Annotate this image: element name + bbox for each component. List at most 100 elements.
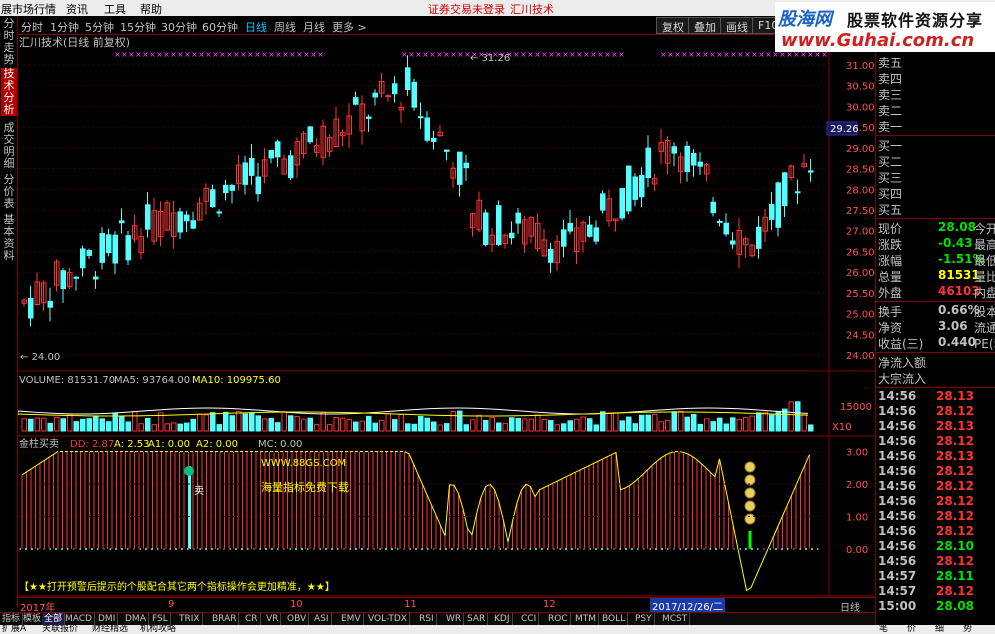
draw-line-button[interactable]: 画线 bbox=[720, 17, 754, 34]
indicator-mc: MC: 0.00 bbox=[258, 439, 302, 450]
tab-fenshi[interactable]: 分时走势 bbox=[1, 18, 17, 66]
volume-bar bbox=[307, 417, 313, 432]
volume-bar bbox=[268, 417, 274, 432]
stat2-row-2-label: 收益(三) bbox=[878, 337, 924, 351]
tab-tech-analysis[interactable]: 技术分析 bbox=[1, 68, 17, 116]
volume-bar bbox=[470, 419, 476, 432]
menu-tools[interactable]: 工具 bbox=[104, 1, 126, 17]
volume-bar bbox=[379, 419, 385, 432]
chart-title: 汇川技术(日线 前复权) bbox=[19, 35, 130, 49]
warning-marker: × bbox=[121, 50, 128, 59]
volume-bar bbox=[691, 413, 697, 432]
baseline-dot bbox=[625, 548, 627, 550]
candle-body bbox=[249, 158, 255, 176]
bid-row-1-label: 买二 bbox=[878, 155, 903, 169]
period-weekly[interactable]: 周线 bbox=[274, 19, 296, 35]
period-more[interactable]: 更多 > bbox=[332, 19, 367, 35]
baseline-dot bbox=[391, 548, 393, 550]
baseline-dot bbox=[61, 548, 63, 550]
volume-bar bbox=[710, 421, 716, 432]
volume-bar bbox=[353, 421, 359, 432]
menu-news[interactable]: 资讯 bbox=[66, 1, 88, 17]
indicator-url-text: WWW.88GS.COM bbox=[261, 458, 346, 469]
tick-price: 28.12 bbox=[936, 554, 974, 568]
tick-row: 14:56 28.12 bbox=[876, 554, 995, 569]
sell-signal-bar bbox=[188, 466, 191, 549]
candle-body bbox=[47, 300, 53, 308]
warning-marker: × bbox=[401, 50, 408, 59]
footer-finance[interactable]: 财经精选 bbox=[92, 625, 128, 634]
warning-marker: × bbox=[737, 50, 744, 59]
baseline-dot bbox=[745, 548, 747, 550]
baseline-dot bbox=[481, 548, 483, 550]
candle-body bbox=[353, 97, 359, 105]
volume-unit: X10 bbox=[832, 422, 852, 433]
volume-bar bbox=[684, 416, 690, 432]
footer-expand[interactable]: 扩展A bbox=[2, 625, 26, 634]
period-fenshi[interactable]: 分时 bbox=[21, 19, 43, 35]
volume-bar bbox=[41, 417, 47, 432]
bid-row-0: 买一 bbox=[876, 137, 995, 153]
quote-separator bbox=[876, 135, 995, 136]
candle-body bbox=[184, 214, 190, 222]
volume-bar bbox=[151, 424, 157, 432]
trade-login-notice[interactable]: 证券交易未登录 bbox=[428, 1, 505, 17]
tab-price-table[interactable]: 分价表 bbox=[1, 174, 17, 210]
volume-bar bbox=[34, 417, 40, 432]
volume-bar bbox=[60, 418, 66, 432]
kline-chart-svg[interactable]: 汇川技术(日线 前复权) × × × × × × × × × × × × × × × × × × × × × × × × × × ×… bbox=[17, 35, 875, 597]
volume-bar bbox=[632, 423, 638, 432]
overlay-button[interactable]: 叠加 bbox=[688, 17, 722, 34]
period-60min[interactable]: 60分钟 bbox=[202, 19, 238, 35]
menu-market[interactable]: 展市场行情 bbox=[1, 1, 56, 17]
footer-related-quote[interactable]: 关联报价 bbox=[42, 625, 78, 634]
price-axis-label: 24.50 bbox=[846, 330, 875, 341]
tick-row: 14:56 28.12 bbox=[876, 494, 995, 509]
price-axis-label: 25.00 bbox=[846, 310, 875, 321]
stat-row-0-label2: 今开 bbox=[974, 222, 995, 236]
ask-row-3-label: 卖二 bbox=[878, 104, 903, 118]
status-bar: 笔 价 细 势 bbox=[875, 625, 995, 634]
volume-bar bbox=[769, 414, 775, 432]
chart-area[interactable]: 汇川技术(日线 前复权) × × × × × × × × × × × × × × × × × × × × × × × × × × ×… bbox=[17, 35, 875, 597]
warning-marker: × bbox=[527, 50, 534, 59]
menu-help[interactable]: 帮助 bbox=[140, 1, 162, 17]
status-tab-0[interactable]: 笔 bbox=[879, 625, 888, 634]
period-5min[interactable]: 5分钟 bbox=[85, 19, 114, 35]
period-15min[interactable]: 15分钟 bbox=[120, 19, 156, 35]
warning-marker: × bbox=[597, 50, 604, 59]
volume-bar bbox=[431, 421, 437, 432]
candle-body bbox=[145, 204, 151, 230]
candle-body bbox=[626, 165, 632, 212]
period-daily[interactable]: 日线 bbox=[245, 19, 267, 35]
ask-row-3: 卖二 bbox=[876, 102, 995, 118]
volume-bar bbox=[502, 423, 508, 432]
tab-basic-info[interactable]: 基本资料 bbox=[1, 214, 17, 262]
volume-bar bbox=[639, 414, 645, 432]
baseline-dot bbox=[571, 548, 573, 550]
date-label-oct: 10 bbox=[290, 599, 303, 610]
stat2-row-0: 换手 0.66% 股本 bbox=[876, 303, 995, 319]
warning-marker: × bbox=[170, 50, 177, 59]
status-tab-3[interactable]: 势 bbox=[963, 625, 972, 634]
baseline-dot bbox=[331, 548, 333, 550]
volume-axis-tick: 15000 bbox=[840, 402, 872, 413]
footer-institution[interactable]: 机构攻略 bbox=[140, 625, 176, 634]
tick-row: 15:00 28.08 bbox=[876, 599, 995, 614]
bid-row-2-label: 买三 bbox=[878, 171, 903, 185]
volume-bar bbox=[749, 415, 755, 432]
candle-body bbox=[684, 145, 690, 172]
warning-marker: × bbox=[548, 50, 555, 59]
stat-row-4: 外盘 46103 内盘 bbox=[876, 284, 995, 300]
warning-marker: × bbox=[310, 50, 317, 59]
status-tab-2[interactable]: 细 bbox=[935, 625, 944, 634]
volume-bar bbox=[593, 424, 599, 432]
period-1min[interactable]: 1分钟 bbox=[50, 19, 79, 35]
restore-right-button[interactable]: 复权 bbox=[656, 17, 690, 34]
volume-bar bbox=[119, 415, 125, 432]
tab-deals[interactable]: 成交明细 bbox=[1, 122, 17, 170]
period-30min[interactable]: 30分钟 bbox=[161, 19, 197, 35]
date-label-sep: 9 bbox=[168, 599, 175, 610]
period-monthly[interactable]: 月线 bbox=[303, 19, 325, 35]
status-tab-1[interactable]: 价 bbox=[907, 625, 916, 634]
